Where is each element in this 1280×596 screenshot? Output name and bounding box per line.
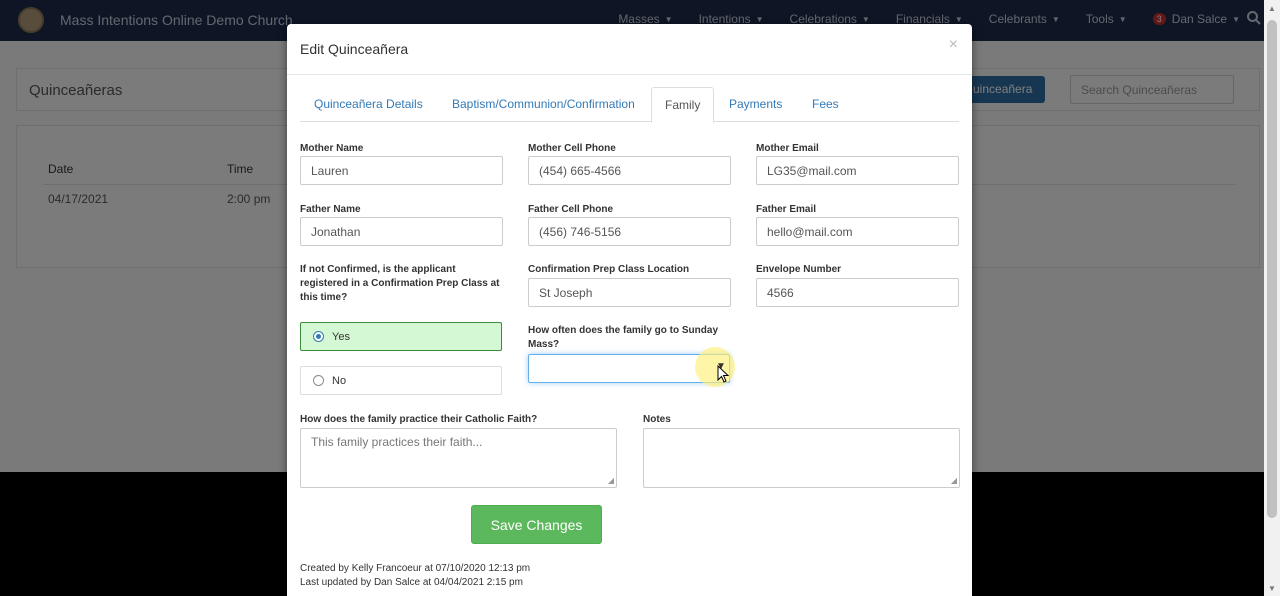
radio-label: No bbox=[332, 374, 347, 387]
prep-class-no-option[interactable]: No bbox=[300, 366, 502, 395]
created-by-text: Created by Kelly Francoeur at 07/10/2020… bbox=[300, 563, 531, 574]
tab-sacraments[interactable]: Baptism/Communion/Confirmation bbox=[452, 87, 635, 122]
notes-label: Notes bbox=[643, 414, 671, 425]
mother-name-input[interactable]: Lauren bbox=[300, 156, 503, 185]
tab-family[interactable]: Family bbox=[651, 87, 715, 123]
mouse-pointer-icon bbox=[717, 365, 730, 383]
father-cell-input[interactable]: (456) 746-5156 bbox=[528, 217, 731, 246]
page-scrollbar[interactable]: ▲ ▼ bbox=[1264, 0, 1280, 596]
father-name-input[interactable]: Jonathan bbox=[300, 217, 503, 246]
modal-header-divider bbox=[287, 74, 972, 75]
modal-tabs: Quinceañera Details Baptism/Communion/Co… bbox=[300, 87, 959, 123]
mother-email-label: Mother Email bbox=[756, 143, 819, 154]
edit-quinceanera-modal: Edit Quinceañera × Quinceañera Details B… bbox=[287, 24, 972, 596]
mother-name-label: Mother Name bbox=[300, 143, 364, 154]
envelope-number-input[interactable]: 4566 bbox=[756, 278, 959, 307]
close-icon[interactable]: × bbox=[949, 36, 958, 54]
scroll-down-arrow-icon[interactable]: ▼ bbox=[1268, 584, 1276, 593]
scroll-thumb[interactable] bbox=[1267, 20, 1277, 518]
father-email-input[interactable]: hello@mail.com bbox=[756, 217, 959, 246]
resize-grip-icon[interactable]: ◢ bbox=[951, 476, 957, 485]
father-name-label: Father Name bbox=[300, 204, 361, 215]
prep-location-input[interactable]: St Joseph bbox=[528, 278, 731, 307]
radio-label: Yes bbox=[332, 330, 350, 343]
prep-location-label: Confirmation Prep Class Location bbox=[528, 264, 690, 275]
envelope-number-label: Envelope Number bbox=[756, 264, 842, 275]
father-cell-label: Father Cell Phone bbox=[528, 204, 614, 215]
prep-class-yes-option[interactable]: Yes bbox=[300, 322, 502, 351]
father-email-label: Father Email bbox=[756, 204, 817, 215]
practice-faith-textarea[interactable]: This family practices their faith... ◢ bbox=[300, 428, 617, 488]
tab-quinceanera-details[interactable]: Quinceañera Details bbox=[314, 87, 423, 122]
scroll-up-arrow-icon[interactable]: ▲ bbox=[1268, 4, 1276, 13]
mass-frequency-label: How often does the family go to Sunday M… bbox=[528, 325, 719, 350]
radio-selected-icon[interactable] bbox=[313, 331, 324, 342]
prep-class-question-label: If not Confirmed, is the applicant regis… bbox=[300, 264, 500, 303]
tab-fees[interactable]: Fees bbox=[812, 87, 839, 122]
updated-by-text: Last updated by Dan Salce at 04/04/2021 … bbox=[300, 577, 523, 588]
mother-cell-label: Mother Cell Phone bbox=[528, 143, 616, 154]
radio-unselected-icon[interactable] bbox=[313, 375, 324, 386]
practice-faith-placeholder: This family practices their faith... bbox=[311, 435, 483, 449]
tab-payments[interactable]: Payments bbox=[729, 87, 782, 122]
practice-faith-label: How does the family practice their Catho… bbox=[300, 414, 538, 425]
mother-email-input[interactable]: LG35@mail.com bbox=[756, 156, 959, 185]
notes-textarea[interactable]: ◢ bbox=[643, 428, 960, 488]
mother-cell-input[interactable]: (454) 665-4566 bbox=[528, 156, 731, 185]
resize-grip-icon[interactable]: ◢ bbox=[608, 476, 614, 485]
save-changes-button[interactable]: Save Changes bbox=[471, 505, 602, 544]
modal-title: Edit Quinceañera bbox=[300, 41, 409, 57]
